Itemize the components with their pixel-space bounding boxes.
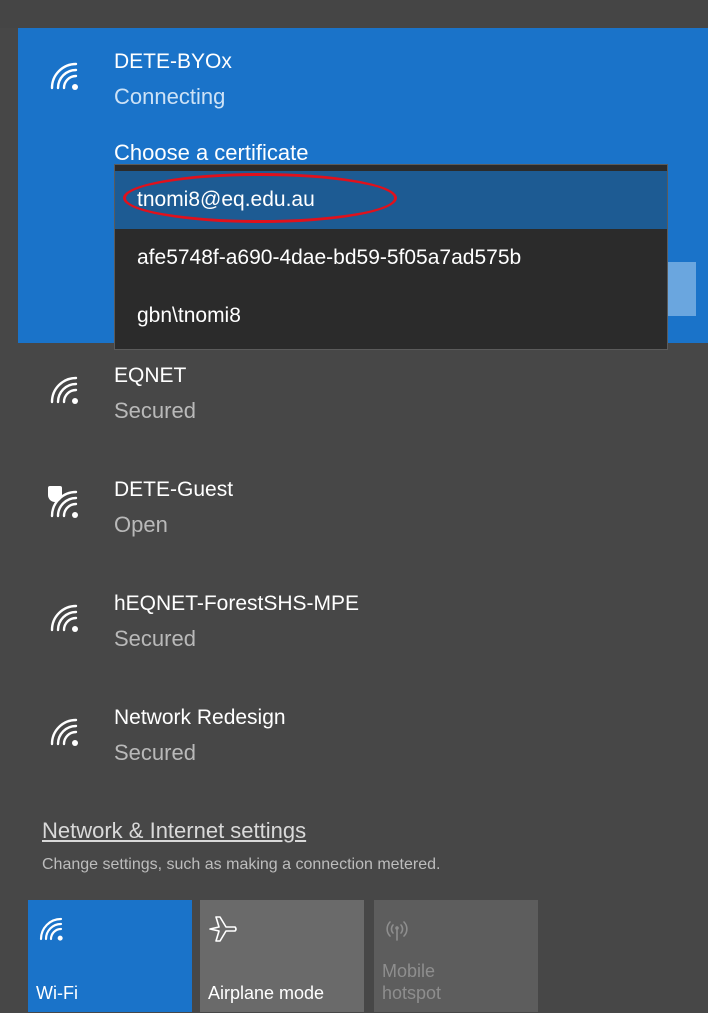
network-status: Open <box>114 512 168 537</box>
certificate-option-label: gbn\tnomi8 <box>137 304 241 327</box>
wifi-icon <box>46 372 82 408</box>
network-name: DETE-BYOx <box>114 50 232 73</box>
network-name: DETE-Guest <box>114 478 234 501</box>
airplane-icon <box>208 914 238 944</box>
highlight-annotation <box>123 173 397 223</box>
mobile-hotspot-tile[interactable]: Mobile hotspot <box>374 900 538 1012</box>
wifi-icon <box>46 58 82 94</box>
wifi-toggle-tile[interactable]: Wi-Fi <box>28 900 192 1012</box>
network-name: hEQNET-ForestSHS-MPE <box>114 592 360 615</box>
certificate-option[interactable]: afe5748f-a690-4dae-bd59-5f05a7ad575b <box>115 229 667 287</box>
wifi-shield-icon <box>46 486 82 522</box>
network-name: Network Redesign <box>114 706 286 729</box>
top-strip <box>0 0 708 28</box>
wifi-icon <box>46 600 82 636</box>
network-settings-link[interactable]: Network & Internet settings <box>42 818 306 844</box>
network-flyout: DETE-BYOx Connecting Choose a certificat… <box>18 28 708 1013</box>
network-status: Connecting <box>114 84 226 109</box>
tile-label: Wi-Fi <box>36 983 78 1003</box>
airplane-mode-tile[interactable]: Airplane mode <box>200 900 364 1012</box>
network-item-network-redesign[interactable]: Network Redesign Secured <box>18 696 708 806</box>
hotspot-icon <box>382 914 412 944</box>
choose-certificate-label: Choose a certificate <box>114 140 309 165</box>
shield-icon <box>48 486 62 502</box>
network-name: EQNET <box>114 364 187 387</box>
tile-label: Mobile hotspot <box>382 961 442 1003</box>
tile-label: Airplane mode <box>208 983 325 1003</box>
network-item-dete-guest[interactable]: DETE-Guest Open <box>18 468 708 578</box>
wifi-icon <box>46 714 82 750</box>
network-item-heqnet-forestshs-mpe[interactable]: hEQNET-ForestSHS-MPE Secured <box>18 582 708 692</box>
wifi-icon <box>36 914 66 944</box>
certificate-dropdown[interactable]: tnomi8@eq.edu.au afe5748f-a690-4dae-bd59… <box>114 164 668 350</box>
certificate-option-label: afe5748f-a690-4dae-bd59-5f05a7ad575b <box>137 246 522 269</box>
network-settings-subtext: Change settings, such as making a connec… <box>42 856 441 873</box>
network-status: Secured <box>114 398 196 423</box>
certificate-option[interactable]: gbn\tnomi8 <box>115 287 667 345</box>
network-status: Secured <box>114 626 196 651</box>
network-item-eqnet[interactable]: EQNET Secured <box>18 354 708 464</box>
network-status: Secured <box>114 740 196 765</box>
